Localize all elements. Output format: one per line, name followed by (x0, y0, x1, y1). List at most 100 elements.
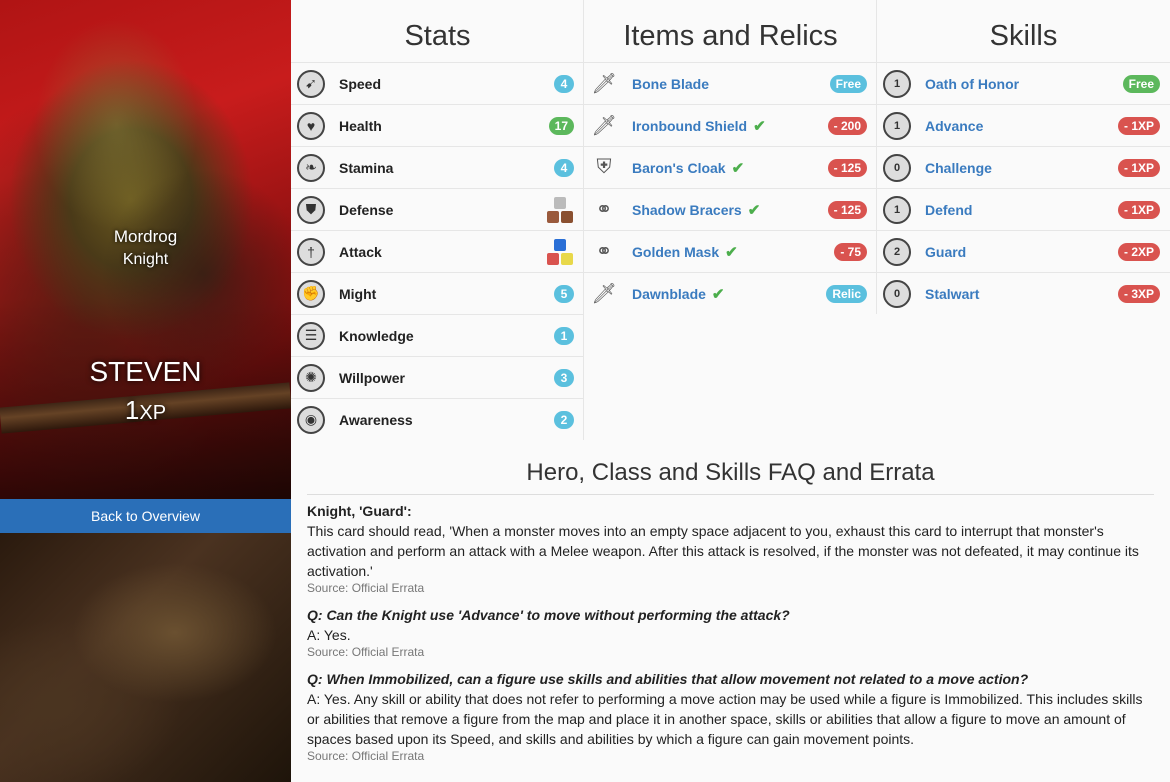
eye-icon: ◉ (297, 405, 325, 434)
item-link[interactable]: Dawnblade (632, 286, 706, 302)
background-art (0, 533, 291, 782)
skill-cost-badge[interactable]: - 1XP (1117, 200, 1160, 219)
stat-row-might: ✊ Might 5 (291, 272, 584, 314)
stat-label: Attack (339, 243, 382, 260)
check-icon: ✔ (731, 159, 745, 177)
stamina-cost-icon: 0 (883, 153, 911, 182)
item-row: 🗡 Ironbound Shield ✔ - 200 (584, 104, 877, 146)
faq-source: Source: Official Errata (307, 645, 425, 659)
item-link[interactable]: Ironbound Shield (632, 118, 747, 134)
shield-item-icon: 🗡 (591, 115, 617, 137)
faq-source: Source: Official Errata (307, 581, 425, 595)
stat-label: Willpower (339, 369, 405, 386)
skill-cost-badge[interactable]: - 2XP (1117, 242, 1160, 261)
item-link[interactable]: Shadow Bracers (632, 202, 742, 218)
stat-value-badge: 4 (554, 74, 574, 93)
hero-name: Mordrog (113, 227, 178, 246)
stat-row-defense: ⛊ Defense (291, 188, 584, 230)
stat-label: Speed (339, 75, 382, 92)
item-row: ⚭ Golden Mask ✔ - 75 (584, 230, 877, 272)
stamina-cost-icon: 1 (883, 195, 911, 224)
skill-row: 2 Guard - 2XP (877, 230, 1170, 272)
stamina-cost-icon: 1 (883, 69, 911, 98)
item-link[interactable]: Bone Blade (632, 76, 709, 92)
skills-title: Skills (989, 20, 1058, 52)
sword-icon: † (297, 237, 325, 266)
stat-value-badge: 2 (554, 410, 574, 429)
stat-value-badge: 5 (554, 284, 574, 303)
stat-label: Health (339, 117, 382, 134)
skill-link[interactable]: Defend (925, 202, 972, 218)
check-icon: ✔ (725, 243, 738, 261)
skill-row: 0 Stalwart - 3XP (877, 272, 1170, 314)
skill-cost-badge[interactable]: - 1XP (1117, 116, 1160, 135)
speed-icon: ➹ (297, 69, 325, 98)
stat-row-attack: † Attack (291, 230, 584, 272)
willpower-icon: ✺ (297, 363, 325, 392)
skill-cost-badge[interactable]: - 3XP (1117, 284, 1160, 303)
skill-link[interactable]: Oath of Honor (925, 76, 1019, 92)
stat-row-knowledge: ☰ Knowledge 1 (291, 314, 584, 356)
stat-row-speed: ➹ Speed 4 (291, 62, 584, 104)
player-name: STEVEN (89, 356, 202, 387)
stat-value-badge: 4 (554, 158, 574, 177)
faq-question: Q: Can the Knight use 'Advance' to move … (307, 607, 790, 623)
skill-link[interactable]: Advance (925, 118, 983, 134)
faq-section: Hero, Class and Skills FAQ and Errata Kn… (291, 440, 1170, 773)
item-cost-badge[interactable]: - 125 (827, 158, 867, 177)
sword-item-icon: 🗡 (591, 73, 617, 95)
item-row: 🗡 Bone Blade Free (584, 62, 877, 104)
hero-portrait: Mordrog Knight STEVEN 1XP (0, 0, 291, 499)
stat-label: Defense (339, 201, 394, 218)
skill-row: 1 Oath of Honor Free (877, 62, 1170, 104)
book-icon: ☰ (297, 321, 325, 350)
stat-row-willpower: ✺ Willpower 3 (291, 356, 584, 398)
item-cost-badge[interactable]: - 200 (827, 116, 867, 135)
hero-panel: Mordrog Knight STEVEN 1XP Back to Overvi… (0, 0, 291, 782)
shield-icon: ⛊ (297, 195, 325, 224)
skill-row: 1 Advance - 1XP (877, 104, 1170, 146)
skills-column: Skills 1 Oath of Honor Free 1 Advance - 1XP 0 C… (877, 0, 1170, 314)
ring-item-icon: ⚭ (595, 241, 613, 263)
stat-value-badge: 17 (548, 116, 574, 135)
defense-dice-icon (546, 196, 574, 224)
armor-item-icon: ⛨ (596, 156, 612, 178)
stats-column: Stats ➹ Speed 4 ♥ Health 17 ❧ Stamina 4 ⛊ Defense †… (291, 0, 584, 440)
die-icon (547, 252, 559, 265)
back-to-overview-button[interactable]: Back to Overview (0, 499, 291, 533)
die-icon (561, 210, 573, 223)
skill-link[interactable]: Challenge (925, 160, 992, 176)
skill-link[interactable]: Stalwart (925, 286, 979, 302)
die-icon (554, 238, 566, 251)
faq-question: Q: When Immobilized, can a figure use sk… (307, 671, 1029, 687)
stamina-cost-icon: 2 (883, 237, 911, 266)
skill-cost-badge[interactable]: Free (1122, 74, 1160, 93)
faq-answer: A: Yes. (307, 627, 351, 643)
stamina-icon: ❧ (297, 153, 325, 182)
check-icon: ✔ (711, 285, 725, 303)
item-link[interactable]: Baron's Cloak (632, 160, 726, 176)
stamina-cost-icon: 0 (883, 279, 911, 308)
skill-link[interactable]: Guard (925, 244, 966, 260)
skill-cost-badge[interactable]: - 1XP (1117, 158, 1160, 177)
items-column: Items and Relics 🗡 Bone Blade Free 🗡 Ironbou… (584, 0, 877, 314)
attack-dice-icon (546, 238, 574, 266)
item-cost-badge[interactable]: - 75 (834, 242, 867, 261)
item-row: 🗡 Dawnblade ✔ Relic (584, 272, 877, 314)
die-icon (561, 252, 573, 265)
skill-row: 1 Defend - 1XP (877, 188, 1170, 230)
item-cost-badge[interactable]: Relic (826, 284, 867, 303)
items-title: Items and Relics (623, 20, 838, 52)
fist-icon: ✊ (297, 279, 325, 308)
sword-item-icon: 🗡 (591, 283, 617, 305)
item-cost-badge[interactable]: Free (829, 74, 867, 93)
heart-icon: ♥ (297, 111, 325, 140)
stat-row-awareness: ◉ Awareness 2 (291, 398, 584, 440)
hero-class: Knight (122, 251, 169, 268)
faq-title: Hero, Class and Skills FAQ and Errata (307, 440, 1154, 495)
stamina-cost-icon: 1 (883, 111, 911, 140)
item-link[interactable]: Golden Mask (632, 244, 719, 260)
die-icon (547, 210, 559, 223)
item-cost-badge[interactable]: - 125 (827, 200, 867, 219)
faq-question: Knight, 'Guard': (307, 503, 412, 519)
